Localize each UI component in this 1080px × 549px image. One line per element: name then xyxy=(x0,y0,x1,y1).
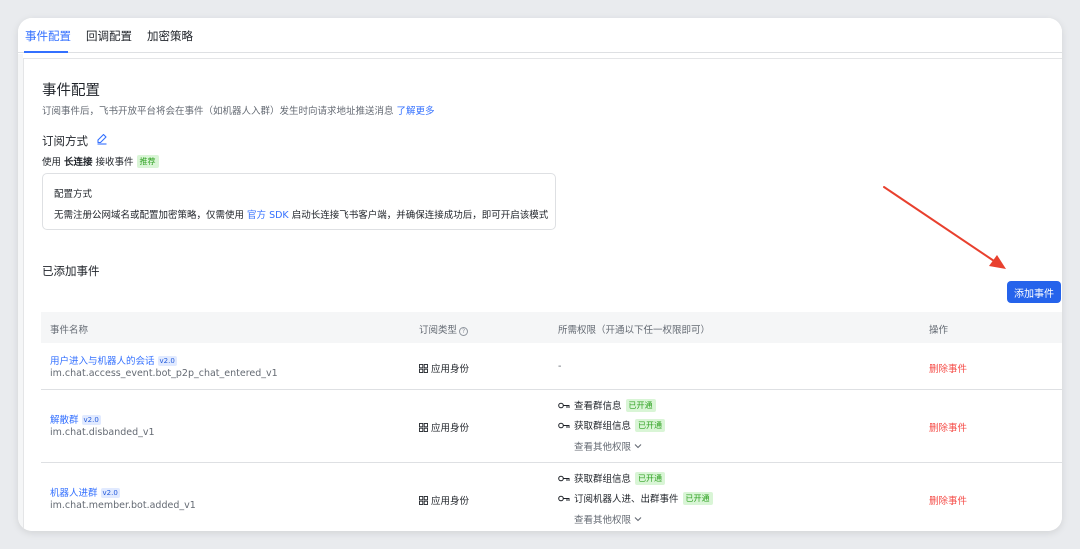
config-desc-prefix: 无需注册公网域名或配置加密策略，仅需使用 xyxy=(54,210,245,221)
subscription-type: 应用身份 xyxy=(419,493,469,507)
subscription-type: 应用身份 xyxy=(419,361,469,375)
app-grid-icon xyxy=(419,363,428,373)
delete-event-button[interactable]: 删除事件 xyxy=(929,493,967,507)
permission-item: 查看群信息 已开通 xyxy=(558,398,656,412)
permission-status-tag: 已开通 xyxy=(625,398,656,412)
events-table-header: 事件名称 订阅类型? 所需权限（开通以下任一权限即可） 操作 xyxy=(41,312,1062,343)
tab-event-config[interactable]: 事件配置 xyxy=(25,28,71,44)
table-row: 机器人进群 v2.0 im.chat.member.bot.added_v1 应用… xyxy=(41,463,1062,531)
event-key: im.chat.member.bot.added_v1 xyxy=(50,500,196,511)
config-info-title: 配置方式 xyxy=(54,189,93,200)
version-tag: v2.0 xyxy=(100,488,120,498)
config-info-box: 配置方式 无需注册公网域名或配置加密策略，仅需使用 官方 SDK 启动长连接飞书… xyxy=(42,173,556,230)
mode-strong: 长连接 xyxy=(64,157,93,168)
event-key: im.chat.access_event.bot_p2p_chat_entere… xyxy=(50,368,278,379)
permission-label: 获取群组信息 xyxy=(574,421,632,432)
table-row: 解散群 v2.0 im.chat.disbanded_v1 应用身份 查看群信息… xyxy=(41,390,1062,463)
permission-item: 订阅机器人进、出群事件 已开通 xyxy=(558,491,713,505)
permission-status-tag: 已开通 xyxy=(682,491,713,505)
table-row: 用户进入与机器人的会话 v2.0 im.chat.access_event.bot… xyxy=(41,343,1062,390)
event-name-link[interactable]: 解散群 v2.0 xyxy=(50,412,101,426)
event-name-link[interactable]: 机器人进群 v2.0 xyxy=(50,485,120,499)
added-events-title: 已添加事件 xyxy=(42,264,100,278)
subscription-type-label: 应用身份 xyxy=(431,496,470,507)
key-icon xyxy=(558,402,570,408)
config-info-description: 无需注册公网域名或配置加密策略，仅需使用 官方 SDK 启动长连接飞书客户端，并… xyxy=(54,207,548,221)
delete-event-button[interactable]: 删除事件 xyxy=(929,420,967,434)
key-icon xyxy=(558,495,570,501)
help-icon[interactable]: ? xyxy=(459,327,469,336)
learn-more-link[interactable]: 了解更多 xyxy=(397,106,435,117)
no-permission-dash: - xyxy=(558,361,562,372)
event-key: im.chat.disbanded_v1 xyxy=(50,427,155,438)
recommended-tag: 推荐 xyxy=(136,154,159,168)
column-subscription-type-label: 订阅类型 xyxy=(419,325,458,336)
column-subscription-type: 订阅类型? xyxy=(419,322,469,336)
active-tab-indicator xyxy=(24,51,68,53)
page-description-text: 订阅事件后，飞书开放平台将会在事件（如机器人入群）发生时向请求地址推送消息 xyxy=(42,106,394,117)
app-grid-icon xyxy=(419,422,428,432)
permission-label: 获取群组信息 xyxy=(574,474,632,485)
event-name: 用户进入与机器人的会话 xyxy=(50,356,155,367)
view-more-label: 查看其他权限 xyxy=(574,442,632,453)
config-desc-suffix: 启动长连接飞书客户端，并确保连接成功后，即可开启该模式 xyxy=(291,210,549,221)
subscription-mode: 使用 长连接 接收事件 推荐 xyxy=(42,154,159,168)
add-event-button[interactable]: 添加事件 xyxy=(1007,281,1061,303)
tab-callback-config[interactable]: 回调配置 xyxy=(86,28,132,44)
tab-encryption-strategy[interactable]: 加密策略 xyxy=(147,28,193,44)
official-sdk-link[interactable]: 官方 SDK xyxy=(247,210,289,221)
permission-status-tag: 已开通 xyxy=(635,471,666,485)
tab-bar: 事件配置 回调配置 加密策略 xyxy=(18,18,1062,53)
chevron-down-icon xyxy=(634,517,642,522)
column-permissions: 所需权限（开通以下任一权限即可） xyxy=(558,325,711,336)
main-content: 事件配置 订阅事件后，飞书开放平台将会在事件（如机器人入群）发生时向请求地址推送… xyxy=(23,58,1062,531)
mode-suffix: 接收事件 xyxy=(95,157,134,168)
page-description: 订阅事件后，飞书开放平台将会在事件（如机器人入群）发生时向请求地址推送消息 了解… xyxy=(42,103,435,117)
event-name: 机器人进群 xyxy=(50,488,98,499)
view-more-label: 查看其他权限 xyxy=(574,515,632,526)
version-tag: v2.0 xyxy=(81,415,101,425)
chevron-down-icon xyxy=(634,444,642,449)
key-icon xyxy=(558,475,570,481)
subscription-type: 应用身份 xyxy=(419,420,469,434)
permission-item: 获取群组信息 已开通 xyxy=(558,471,666,485)
permission-label: 订阅机器人进、出群事件 xyxy=(574,494,679,505)
column-event-name: 事件名称 xyxy=(50,325,89,336)
permission-status-tag: 已开通 xyxy=(635,418,666,432)
subscription-title: 订阅方式 xyxy=(42,134,88,148)
edit-icon[interactable] xyxy=(96,133,108,145)
app-grid-icon xyxy=(419,495,428,505)
mode-prefix: 使用 xyxy=(42,157,62,168)
view-more-permissions[interactable]: 查看其他权限 xyxy=(574,439,642,453)
key-icon xyxy=(558,422,570,428)
event-name-link[interactable]: 用户进入与机器人的会话 v2.0 xyxy=(50,353,177,367)
permission-item: 获取群组信息 已开通 xyxy=(558,418,666,432)
app-window: 事件配置 回调配置 加密策略 事件配置 订阅事件后，飞书开放平台将会在事件（如机… xyxy=(18,18,1062,531)
view-more-permissions[interactable]: 查看其他权限 xyxy=(574,512,642,526)
subscription-type-label: 应用身份 xyxy=(431,423,470,434)
page-title: 事件配置 xyxy=(42,83,100,99)
event-name: 解散群 xyxy=(50,415,79,426)
subscription-type-label: 应用身份 xyxy=(431,364,470,375)
permission-label: 查看群信息 xyxy=(574,401,622,412)
delete-event-button[interactable]: 删除事件 xyxy=(929,361,967,375)
version-tag: v2.0 xyxy=(157,356,177,366)
column-actions: 操作 xyxy=(929,325,949,336)
